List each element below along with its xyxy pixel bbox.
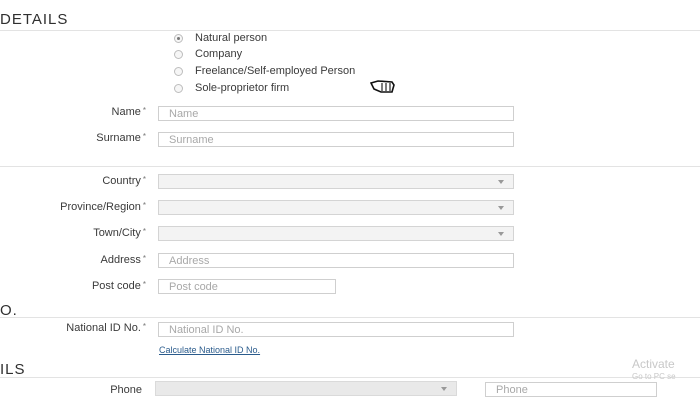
national-id-input[interactable] bbox=[158, 322, 514, 337]
radio-label: Freelance/Self-employed Person bbox=[195, 65, 356, 77]
address-input[interactable] bbox=[158, 253, 514, 268]
radio-label: Company bbox=[195, 48, 243, 60]
divider bbox=[0, 166, 700, 167]
radio-icon[interactable] bbox=[174, 66, 183, 76]
radio-sole-proprietor[interactable]: Sole-proprietor firm bbox=[174, 82, 289, 94]
divider bbox=[0, 377, 700, 378]
chevron-down-icon bbox=[498, 180, 504, 184]
radio-label: Sole-proprietor firm bbox=[195, 82, 290, 94]
surname-input[interactable] bbox=[158, 132, 514, 147]
chevron-down-icon bbox=[498, 206, 504, 210]
divider bbox=[0, 30, 700, 31]
chevron-down-icon bbox=[498, 232, 504, 236]
watermark-line1: Activate bbox=[632, 357, 675, 371]
national-id-label: National ID No. * bbox=[66, 322, 146, 334]
radio-freelance[interactable]: Freelance/Self-employed Person bbox=[174, 65, 355, 77]
phone-input[interactable] bbox=[485, 382, 657, 397]
section-title-details: DETAILS bbox=[0, 11, 69, 28]
name-label: Name * bbox=[111, 106, 146, 118]
town-select[interactable] bbox=[158, 226, 514, 241]
section-title-contact: ILS bbox=[0, 361, 26, 378]
phone-prefix-select[interactable] bbox=[155, 381, 457, 396]
radio-checked-icon[interactable] bbox=[174, 33, 183, 43]
radio-natural-person[interactable]: Natural person bbox=[174, 32, 267, 44]
radio-icon[interactable] bbox=[174, 49, 183, 59]
watermark-line2: Go to PC se bbox=[632, 372, 676, 381]
province-label: Province/Region * bbox=[60, 201, 146, 213]
activation-watermark: Activate Go to PC se bbox=[632, 357, 676, 381]
country-select[interactable] bbox=[158, 174, 514, 189]
radio-icon[interactable] bbox=[174, 83, 183, 93]
radio-company[interactable]: Company bbox=[174, 48, 242, 60]
postcode-label: Post code * bbox=[91, 280, 146, 292]
chevron-down-icon bbox=[441, 387, 447, 391]
country-label: Country * bbox=[102, 175, 146, 187]
town-label: Town/City * bbox=[93, 227, 146, 239]
divider bbox=[0, 317, 700, 318]
address-label: Address * bbox=[100, 254, 146, 266]
name-input[interactable] bbox=[158, 106, 514, 121]
surname-label: Surname * bbox=[96, 132, 146, 144]
calculate-id-link[interactable]: Calculate National ID No. bbox=[159, 345, 260, 355]
hand-cursor-icon bbox=[370, 80, 395, 93]
postcode-input[interactable] bbox=[158, 279, 336, 294]
phone-label: Phone bbox=[110, 384, 142, 396]
radio-label: Natural person bbox=[195, 32, 268, 44]
province-select[interactable] bbox=[158, 200, 514, 215]
